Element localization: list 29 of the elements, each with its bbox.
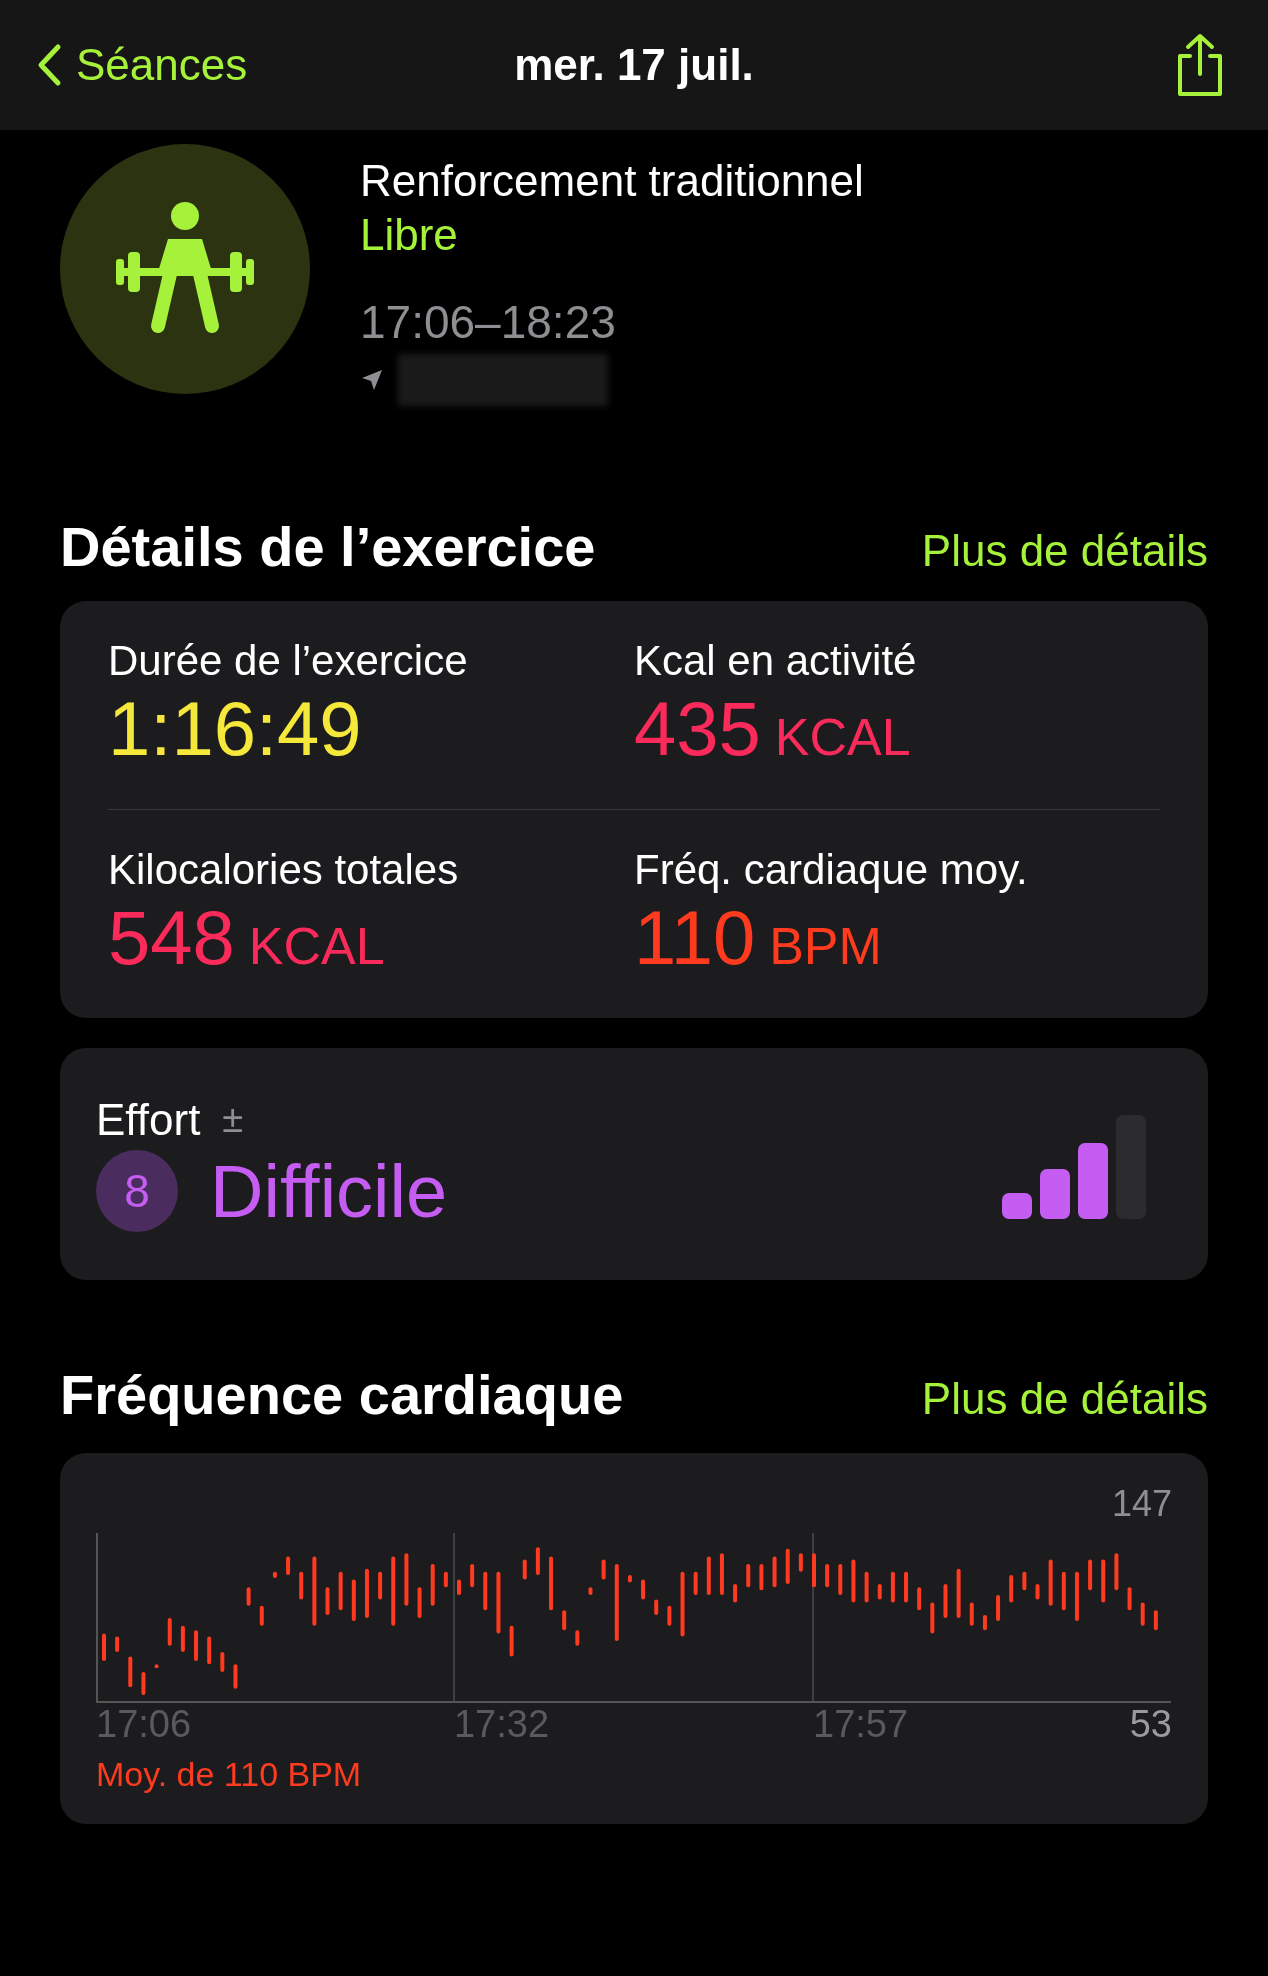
workout-name: Renforcement traditionnel xyxy=(360,155,864,207)
nav-title: mer. 17 juil. xyxy=(514,40,754,90)
metric-value: 548 KCAL xyxy=(108,896,386,982)
metric-label: Durée de l’exercice xyxy=(108,636,469,686)
effort-score: 8 xyxy=(96,1150,178,1232)
average-heart-rate: Moy. de 110 BPM xyxy=(96,1755,362,1793)
metric-label: Fréq. cardiaque moy. xyxy=(634,845,1029,895)
back-link[interactable]: Séances xyxy=(36,40,248,90)
more-details-link[interactable]: Plus de détails xyxy=(921,1374,1208,1424)
effort-label: Effort xyxy=(96,1094,201,1145)
workout-type: Libre xyxy=(360,209,459,261)
section-title: Détails de l’exercice xyxy=(60,514,596,579)
metric-value: 110 BPM xyxy=(634,896,883,982)
workout-time: 17:06–18:23 xyxy=(360,295,617,350)
metric-value: 1:16:49 xyxy=(108,687,363,771)
more-details-link[interactable]: Plus de détails xyxy=(921,526,1208,576)
chevron-left-icon xyxy=(36,43,62,87)
time-axis-label: 17:32 xyxy=(453,1703,550,1746)
effort-rating: Difficile xyxy=(210,1148,448,1234)
time-axis-label: 17:57 xyxy=(813,1703,909,1746)
y-min-label: 53 xyxy=(1129,1703,1172,1746)
metric-label: Kcal en activité xyxy=(634,636,918,686)
metric-label: Kilocalories totales xyxy=(108,845,460,895)
y-max-label: 147 xyxy=(1111,1483,1172,1524)
metric-value: 435 KCAL xyxy=(634,687,912,773)
location-arrow-icon xyxy=(360,368,384,392)
adjust-button[interactable]: ± xyxy=(222,1098,244,1141)
time-axis-label: 17:06 xyxy=(96,1703,192,1746)
section-title: Fréquence cardiaque xyxy=(60,1362,624,1427)
